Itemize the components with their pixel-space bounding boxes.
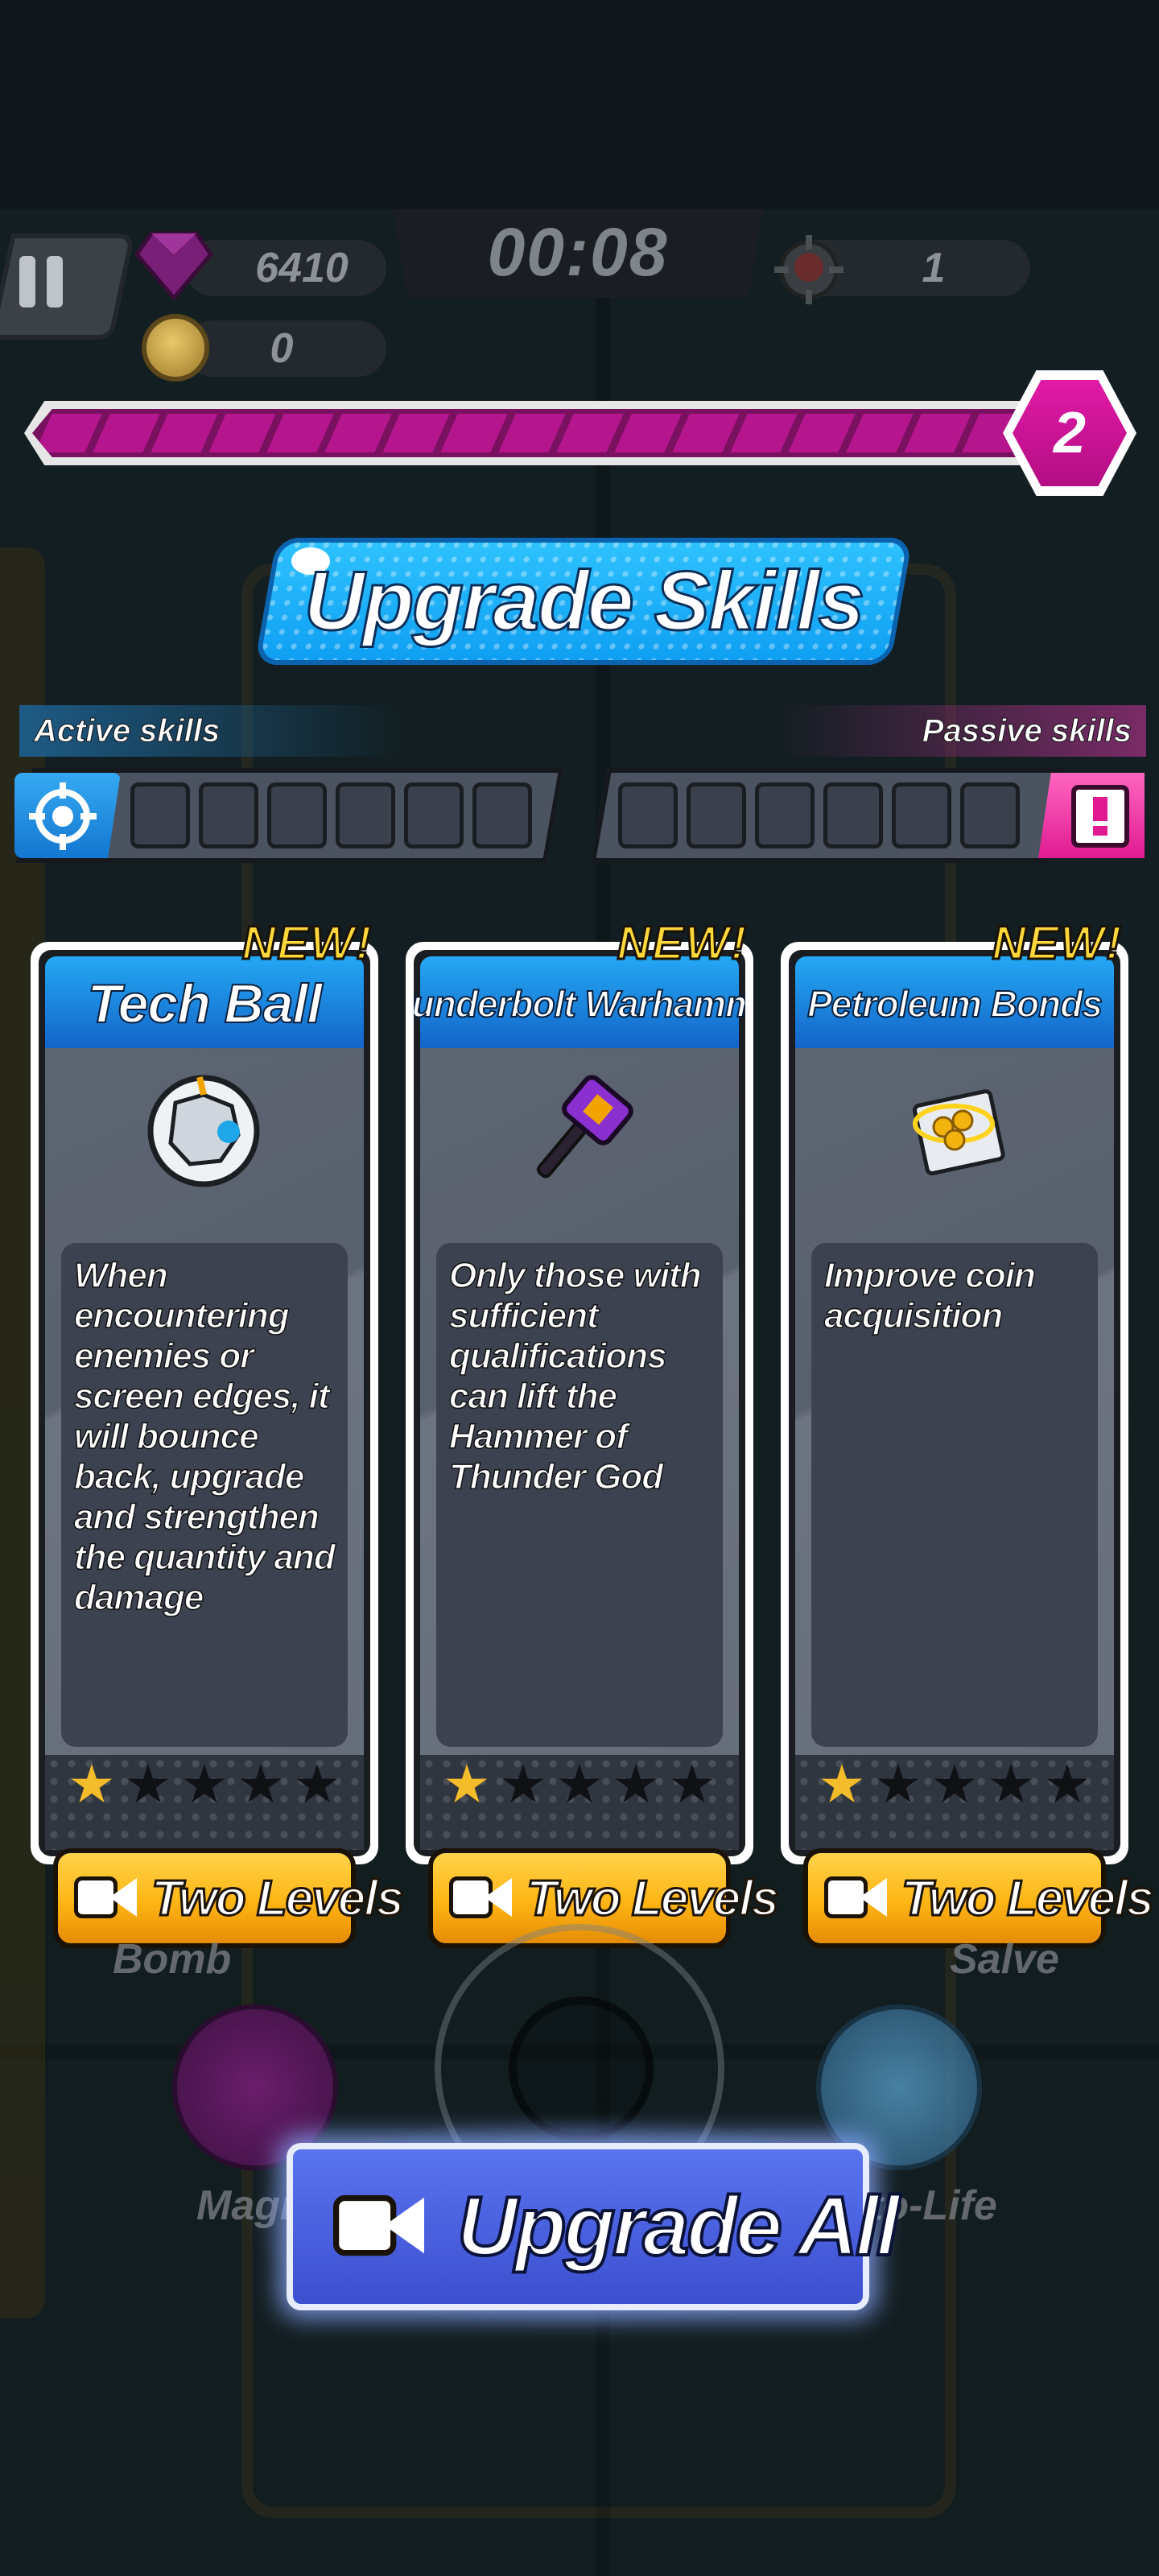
active-skill-slot	[472, 782, 532, 848]
level-number: 2	[1053, 401, 1087, 465]
active-skill-slot	[130, 782, 190, 848]
passive-skill-slot	[687, 782, 746, 848]
star-filled-icon: ★	[68, 1754, 116, 1814]
star-filled-icon: ★	[818, 1754, 866, 1814]
passive-skill-slot	[618, 782, 678, 848]
active-skill-slot	[199, 782, 258, 848]
passive-skill-slot	[960, 782, 1020, 848]
star-empty-icon: ★	[555, 1754, 604, 1814]
star-empty-icon: ★	[874, 1754, 922, 1814]
new-badge: NEW!	[616, 915, 749, 970]
skill-card[interactable]: Tech Ball When encountering enemies or s…	[31, 942, 378, 1864]
skill-star-rating: ★ ★ ★ ★ ★	[816, 1754, 1093, 1814]
two-levels-button[interactable]: Two Levels	[803, 1848, 1155, 1948]
gem-icon	[135, 231, 212, 299]
star-empty-icon: ★	[930, 1754, 979, 1814]
timer-text: 00:08	[487, 213, 669, 290]
pause-icon	[19, 256, 74, 312]
page-title: Upgrade Skills	[303, 553, 865, 649]
tech-ball-icon	[143, 1071, 264, 1191]
coin-count: 0	[270, 325, 294, 372]
skill-star-rating: ★ ★ ★ ★ ★	[441, 1754, 718, 1814]
skill-star-rating: ★ ★ ★ ★ ★	[66, 1754, 343, 1814]
video-ad-icon	[74, 1873, 137, 1923]
skill-description: Only those with sufficient qualification…	[448, 1255, 702, 1497]
passive-book-icon	[1071, 785, 1129, 848]
active-skill-slots	[130, 782, 532, 848]
skill-name: Thunderbolt Warhammer	[414, 982, 745, 1026]
coin-icon	[142, 314, 209, 382]
video-ad-icon	[824, 1873, 887, 1923]
crosshair-icon	[29, 782, 97, 850]
skull-target-icon	[774, 235, 843, 304]
active-skill-slot	[404, 782, 464, 848]
star-empty-icon: ★	[987, 1754, 1035, 1814]
star-empty-icon: ★	[1043, 1754, 1091, 1814]
video-ad-icon	[449, 1873, 512, 1923]
bonds-icon	[893, 1071, 1014, 1191]
coin-counter: 0	[185, 320, 386, 377]
gem-count: 6410	[255, 245, 349, 291]
skill-name: Tech Ball	[87, 972, 324, 1035]
two-levels-label: Two Levels	[151, 1869, 406, 1927]
passive-skill-slot	[823, 782, 883, 848]
skill-description: When encountering enemies or screen edge…	[73, 1255, 336, 1618]
new-badge: NEW!	[991, 915, 1124, 970]
two-levels-label: Two Levels	[526, 1869, 781, 1927]
bg-label-bomb: Bomb	[113, 1936, 232, 1983]
bg-label-salve: Salve	[950, 1936, 1059, 1983]
passive-skill-slots	[618, 782, 1020, 848]
active-skill-slot	[267, 782, 327, 848]
skill-name: Petroleum Bonds	[806, 982, 1103, 1026]
skill-card[interactable]: Thunderbolt Warhammer Only those with su…	[406, 942, 753, 1864]
kill-count: 1	[922, 245, 946, 291]
video-ad-icon	[333, 2190, 425, 2263]
star-empty-icon: ★	[612, 1754, 660, 1814]
active-skill-slot	[336, 782, 395, 848]
xp-progress-bar	[32, 409, 1030, 457]
skill-card-inner: Thunderbolt Warhammer Only those with su…	[414, 950, 745, 1856]
new-badge: NEW!	[241, 915, 373, 970]
passive-skill-slot	[755, 782, 815, 848]
star-empty-icon: ★	[180, 1754, 229, 1814]
two-levels-label: Two Levels	[901, 1869, 1156, 1927]
skill-card-inner: Tech Ball When encountering enemies or s…	[39, 950, 370, 1856]
upgrade-all-label: Upgrade All	[456, 2178, 901, 2275]
gem-counter: 6410	[185, 240, 386, 296]
passive-skill-slot	[892, 782, 951, 848]
star-empty-icon: ★	[499, 1754, 547, 1814]
star-empty-icon: ★	[668, 1754, 716, 1814]
skill-description: Improve coin acquisition	[823, 1255, 1036, 1336]
star-filled-icon: ★	[443, 1754, 491, 1814]
skill-card-inner: Petroleum Bonds Improve coin acquisition…	[789, 950, 1120, 1856]
warhammer-icon	[518, 1071, 639, 1191]
star-empty-icon: ★	[293, 1754, 341, 1814]
passive-skills-label: Passive skills	[776, 705, 1146, 757]
star-empty-icon: ★	[237, 1754, 285, 1814]
two-levels-button[interactable]: Two Levels	[53, 1848, 405, 1948]
active-skills-label: Active skills	[19, 705, 404, 757]
skill-card[interactable]: Petroleum Bonds Improve coin acquisition…	[781, 942, 1128, 1864]
star-empty-icon: ★	[124, 1754, 172, 1814]
upgrade-all-button[interactable]: Upgrade All	[287, 2143, 901, 2310]
